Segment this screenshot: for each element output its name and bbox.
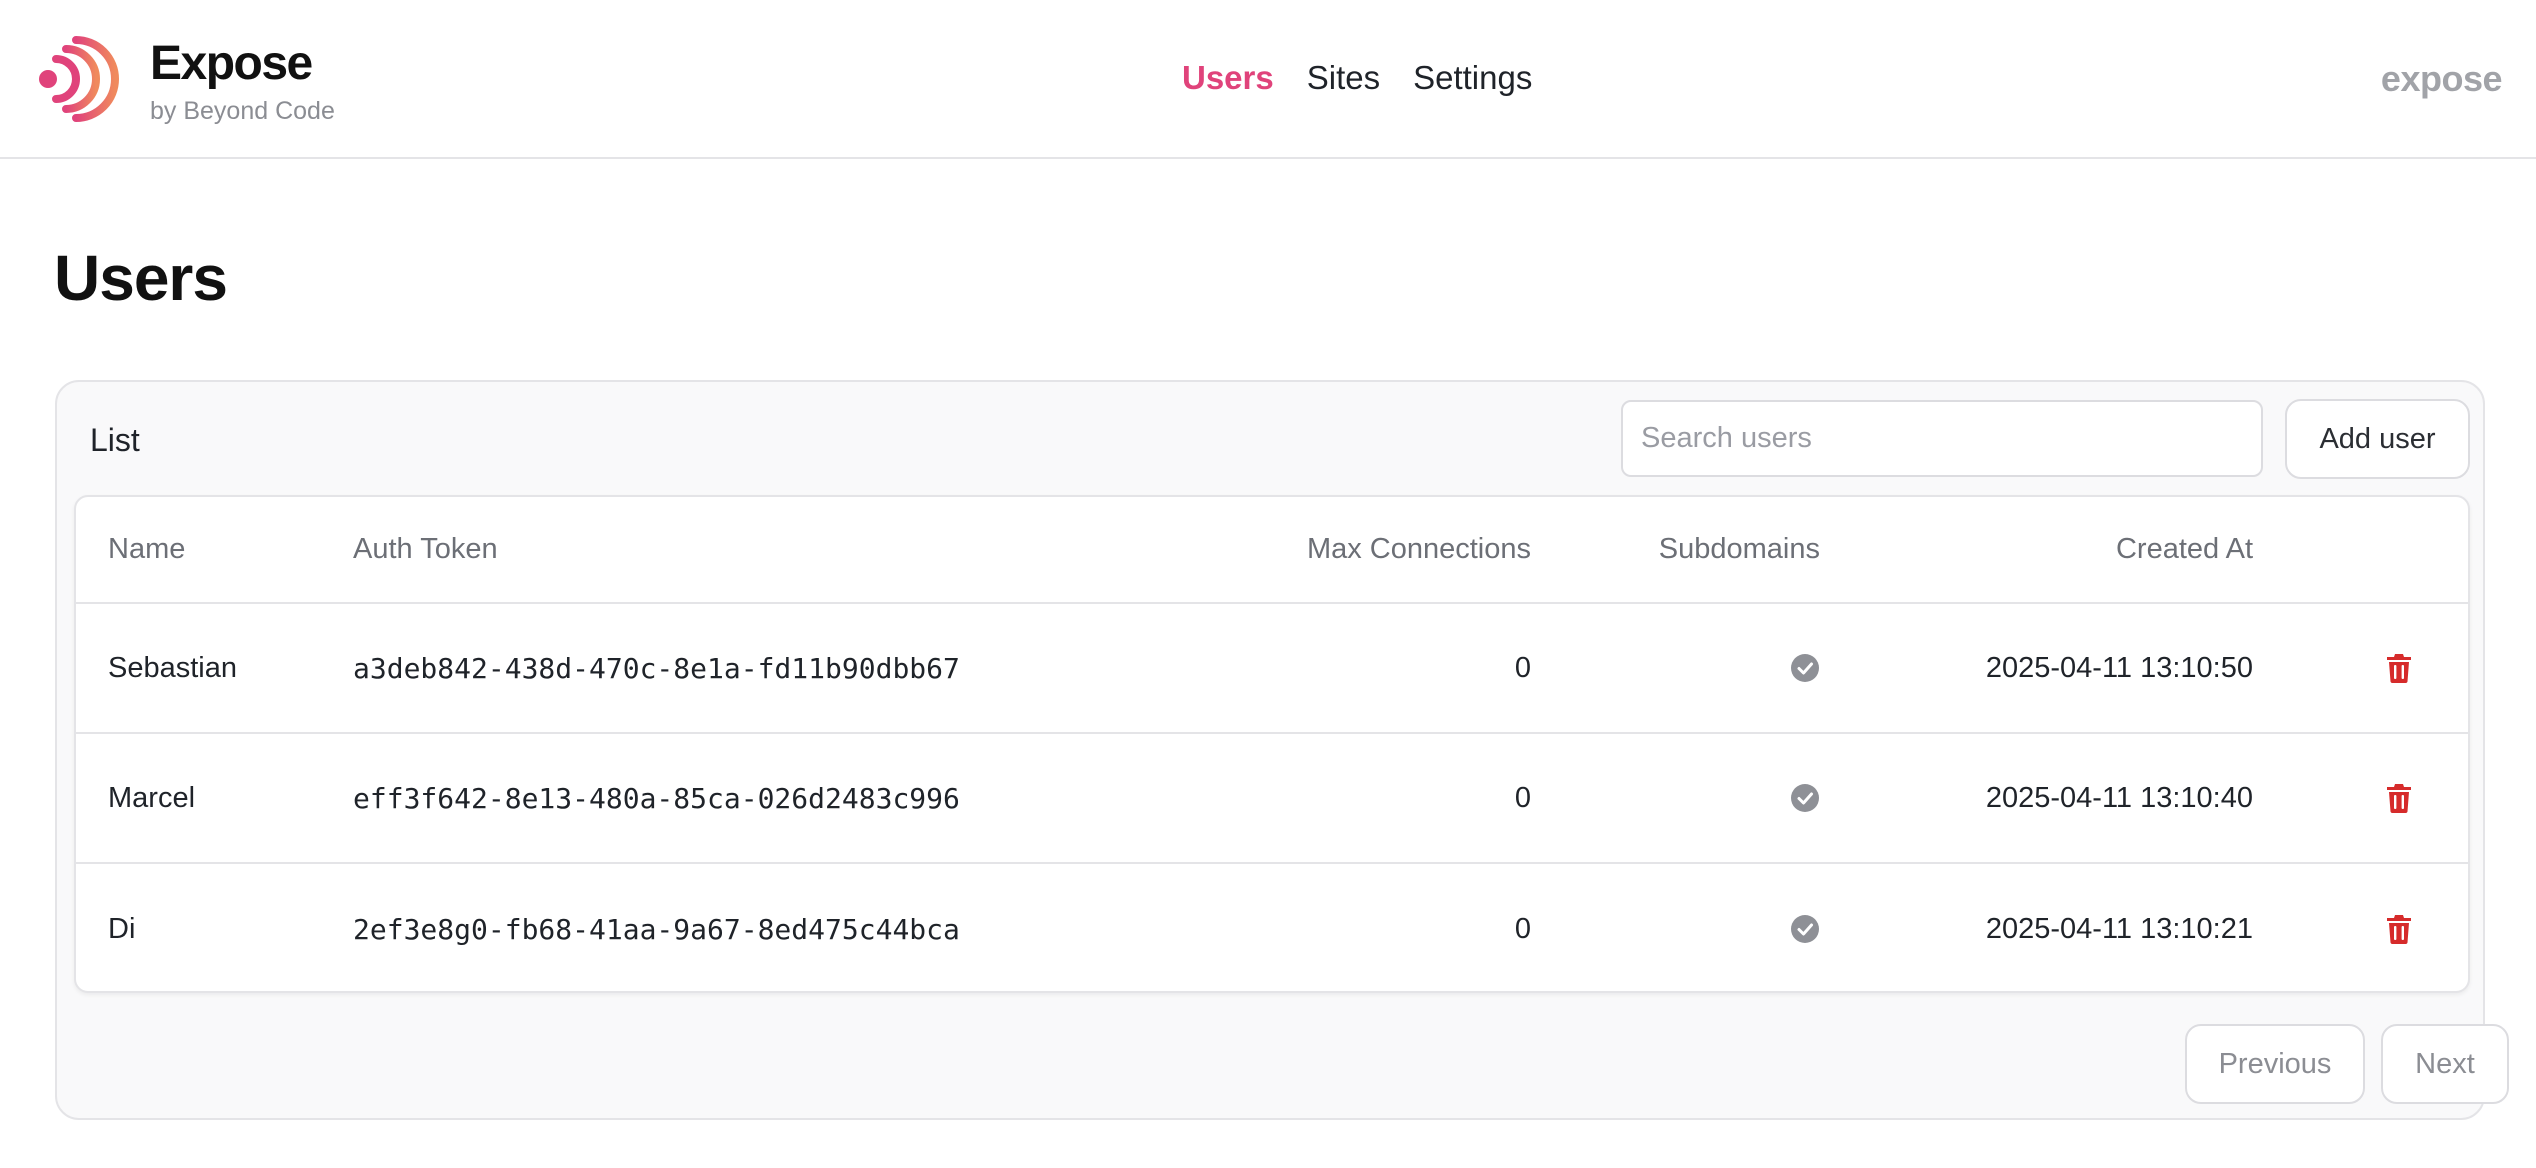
column-header-token: Auth Token [353,533,498,565]
check-circle-icon [1791,784,1819,812]
trash-icon [2387,915,2411,944]
users-card: List Add user Name Auth Token Max Connec… [55,380,2509,1120]
expose-logo-icon [39,36,119,122]
table-header: Name Auth Token Max Connections Subdomai… [76,497,2468,604]
table-row: Di 2ef3e8g0-fb68-41aa-9a67-8ed475c44bca … [76,864,2468,991]
subdomains-status [1790,604,1820,732]
max-connections: 0 [1514,781,1531,814]
user-name: Di [108,912,136,945]
check-circle-icon [1791,915,1819,943]
nav-users[interactable]: Users [1182,56,1274,100]
expose-wordmark[interactable]: expose [2381,58,2503,100]
delete-user-button[interactable] [2386,604,2412,732]
column-header-subdomains: Subdomains [1658,533,1820,565]
subdomains-status [1790,864,1820,991]
search-input[interactable] [1621,400,2263,477]
created-at: 2025-04-11 13:10:50 [1985,651,2253,684]
column-header-created-at: Created At [2115,533,2253,565]
nav-settings[interactable]: Settings [1413,56,1532,100]
nav-sites[interactable]: Sites [1307,56,1380,100]
user-name: Sebastian [108,651,237,684]
list-title: List [90,422,140,458]
app-subtitle: by Beyond Code [150,97,335,125]
max-connections: 0 [1514,651,1531,684]
auth-token: eff3f642-8e13-480a-85ca-026d2483c996 [353,781,960,815]
users-table: Name Auth Token Max Connections Subdomai… [74,495,2470,993]
column-header-max-connections: Max Connections [1306,533,1531,565]
table-row: Marcel eff3f642-8e13-480a-85ca-026d2483c… [76,734,2468,864]
table-row: Sebastian a3deb842-438d-470c-8e1a-fd11b9… [76,604,2468,734]
auth-token: a3deb842-438d-470c-8e1a-fd11b90dbb67 [353,651,960,685]
app-name: Expose [150,37,313,90]
main-nav: Users Sites Settings [1182,56,1532,100]
next-page-button[interactable]: Next [2381,1024,2509,1104]
column-header-name: Name [108,533,186,565]
trash-icon [2387,784,2411,813]
created-at: 2025-04-11 13:10:21 [1985,912,2253,945]
check-circle-icon [1791,654,1819,682]
add-user-button[interactable]: Add user [2285,399,2470,479]
user-name: Marcel [108,781,196,814]
delete-user-button[interactable] [2386,734,2412,862]
auth-token: 2ef3e8g0-fb68-41aa-9a67-8ed475c44bca [353,912,960,946]
brand[interactable]: Expose by Beyond Code [36,34,335,126]
delete-user-button[interactable] [2386,864,2412,991]
max-connections: 0 [1514,912,1531,945]
previous-page-button[interactable]: Previous [2185,1024,2365,1104]
top-bar: Expose by Beyond Code Users Sites Settin… [0,0,2536,159]
created-at: 2025-04-11 13:10:40 [1985,781,2253,814]
page-title: Users [54,242,228,314]
subdomains-status [1790,734,1820,862]
trash-icon [2387,654,2411,683]
